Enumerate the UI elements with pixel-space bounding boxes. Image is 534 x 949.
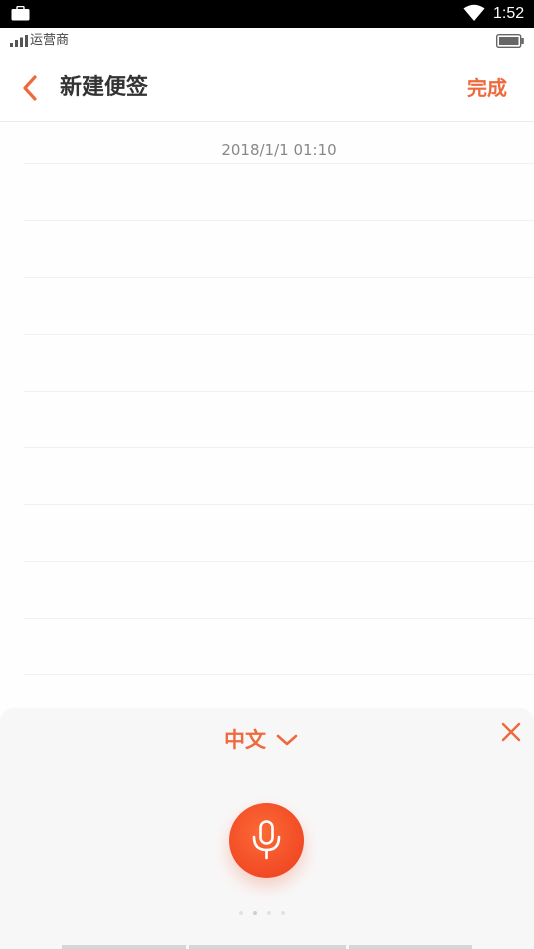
language-selector[interactable]: 中文 (224, 724, 298, 756)
page-title: 新建便签 (60, 75, 149, 100)
chevron-left-icon (23, 75, 37, 101)
tab-bar[interactable] (189, 945, 346, 949)
ruled-line (24, 391, 534, 392)
tab-bar[interactable] (349, 945, 472, 949)
ruled-line (24, 277, 534, 278)
page-dot (281, 911, 285, 915)
header: 新建便签 完成 (0, 54, 534, 122)
chevron-down-icon (276, 734, 298, 746)
carrier-row: 运营商 (0, 28, 534, 54)
close-icon[interactable] (499, 720, 523, 744)
wifi-icon (463, 4, 485, 21)
ruled-line (24, 447, 534, 448)
note-editor[interactable]: 2018/1/1 01:10 (0, 123, 534, 710)
voice-input-panel: 中文 (0, 710, 534, 949)
page-dot-active (253, 911, 257, 915)
carrier-name: 运营商 (30, 33, 70, 48)
clock: 1:52 (493, 5, 525, 22)
ruled-line (24, 561, 534, 562)
page-dot (267, 911, 271, 915)
signal-icon (10, 35, 28, 47)
status-bar: 1:52 (0, 0, 534, 28)
briefcase-icon (11, 6, 30, 21)
bottom-tab-strip (62, 945, 472, 949)
done-button[interactable]: 完成 (467, 73, 507, 103)
ruled-line (24, 504, 534, 505)
ruled-line (24, 674, 534, 675)
microphone-icon (252, 820, 281, 860)
page-dot (239, 911, 243, 915)
tab-bar[interactable] (62, 945, 186, 949)
ruled-line (24, 163, 534, 164)
page-indicator (239, 911, 285, 915)
battery-icon (496, 34, 524, 48)
back-button[interactable] (20, 74, 40, 102)
ruled-line (24, 334, 534, 335)
ruled-line (24, 618, 534, 619)
microphone-button[interactable] (229, 803, 304, 878)
language-label: 中文 (224, 728, 266, 752)
ruled-line (24, 220, 534, 221)
note-date: 2018/1/1 01:10 (221, 141, 337, 159)
